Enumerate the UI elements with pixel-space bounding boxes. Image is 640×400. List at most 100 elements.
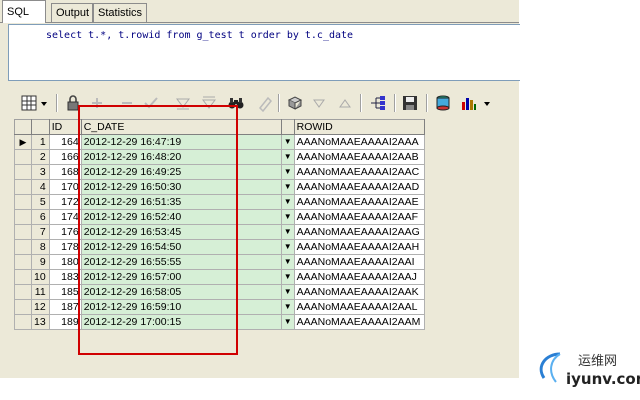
tab-statistics[interactable]: Statistics bbox=[93, 3, 147, 22]
cell-rowid[interactable]: AAANoMAAEAAAAI2AAJ bbox=[293, 269, 425, 285]
save-icon[interactable] bbox=[399, 92, 421, 114]
row-indicator bbox=[14, 269, 32, 285]
chevron-down-icon[interactable]: ▼ bbox=[280, 314, 295, 330]
sql-editor[interactable]: select t.*, t.rowid from g_test t order … bbox=[8, 24, 520, 81]
row-indicator: ▶ bbox=[14, 134, 32, 150]
tab-label: Statistics bbox=[98, 7, 143, 19]
cell-id[interactable]: 170 bbox=[48, 179, 82, 195]
chevron-down-icon[interactable]: ▼ bbox=[280, 299, 295, 315]
row-indicator bbox=[14, 239, 32, 255]
cell-rowid[interactable]: AAANoMAAEAAAAI2AAE bbox=[293, 194, 425, 210]
watermark-title: 运维网 bbox=[578, 353, 618, 368]
tab-bar: SQL Output Statistics bbox=[0, 0, 519, 23]
toolbar-separator bbox=[278, 94, 280, 112]
cell-id[interactable]: 168 bbox=[48, 164, 82, 180]
chevron-down-icon[interactable]: ▼ bbox=[280, 224, 295, 240]
row-number: 5 bbox=[31, 194, 50, 210]
chevron-down-icon[interactable]: ▼ bbox=[280, 179, 295, 195]
row-number: 3 bbox=[31, 164, 50, 180]
row-number: 8 bbox=[31, 239, 50, 255]
row-number: 7 bbox=[31, 224, 50, 240]
cell-id[interactable]: 176 bbox=[48, 224, 82, 240]
sql-window: SQL Output Statistics select t.*, t.rowi… bbox=[0, 0, 520, 378]
row-indicator bbox=[14, 179, 32, 195]
chevron-down-icon[interactable]: ▼ bbox=[280, 254, 295, 270]
row-number: 1 bbox=[31, 134, 50, 150]
row-number: 2 bbox=[31, 149, 50, 165]
sort-down-icon[interactable] bbox=[308, 92, 330, 114]
cell-id[interactable]: 174 bbox=[48, 209, 82, 225]
cell-rowid[interactable]: AAANoMAAEAAAAI2AAB bbox=[293, 149, 425, 165]
column-header-id[interactable]: ID bbox=[48, 119, 82, 135]
cell-rowid[interactable]: AAANoMAAEAAAAI2AAF bbox=[293, 209, 425, 225]
tab-divider bbox=[0, 22, 519, 23]
row-indicator bbox=[14, 209, 32, 225]
cell-id[interactable]: 187 bbox=[48, 299, 82, 315]
row-number: 6 bbox=[31, 209, 50, 225]
cell-id[interactable]: 185 bbox=[48, 284, 82, 300]
cell-rowid[interactable]: AAANoMAAEAAAAI2AAI bbox=[293, 254, 425, 270]
column-header-rowid[interactable]: ROWID bbox=[293, 119, 425, 135]
row-indicator bbox=[14, 194, 32, 210]
chevron-down-icon[interactable]: ▼ bbox=[280, 239, 295, 255]
cell-rowid[interactable]: AAANoMAAEAAAAI2AAM bbox=[293, 314, 425, 330]
cell-id[interactable]: 164 bbox=[48, 134, 82, 150]
row-indicator bbox=[14, 224, 32, 240]
row-indicator bbox=[14, 149, 32, 165]
toolbar-separator bbox=[426, 94, 428, 112]
column-header-dropdown bbox=[280, 119, 295, 135]
cell-rowid[interactable]: AAANoMAAEAAAAI2AAH bbox=[293, 239, 425, 255]
row-number: 11 bbox=[31, 284, 50, 300]
row-indicator bbox=[14, 314, 32, 330]
tab-label: SQL bbox=[7, 6, 30, 18]
row-indicator bbox=[14, 284, 32, 300]
cell-rowid[interactable]: AAANoMAAEAAAAI2AAL bbox=[293, 299, 425, 315]
refresh-icon[interactable] bbox=[284, 92, 306, 114]
chevron-down-icon[interactable]: ▼ bbox=[280, 134, 295, 150]
row-number: 10 bbox=[31, 269, 50, 285]
grid-view-icon[interactable] bbox=[18, 92, 40, 114]
chevron-down-icon[interactable]: ▼ bbox=[280, 149, 295, 165]
sql-text[interactable]: select t.*, t.rowid from g_test t order … bbox=[46, 30, 353, 41]
row-number: 12 bbox=[31, 299, 50, 315]
cell-id[interactable]: 189 bbox=[48, 314, 82, 330]
dropdown-arrow-icon[interactable] bbox=[480, 92, 494, 114]
tree-icon[interactable] bbox=[367, 92, 389, 114]
tab-output[interactable]: Output bbox=[51, 3, 93, 22]
watermark-url: iyunv.com bbox=[566, 370, 640, 388]
cell-id[interactable]: 183 bbox=[48, 269, 82, 285]
chevron-down-icon[interactable]: ▼ bbox=[280, 209, 295, 225]
dropdown-arrow-icon[interactable] bbox=[38, 92, 50, 114]
row-number: 13 bbox=[31, 314, 50, 330]
row-number: 9 bbox=[31, 254, 50, 270]
cell-id[interactable]: 172 bbox=[48, 194, 82, 210]
row-indicator bbox=[14, 164, 32, 180]
cell-id[interactable]: 180 bbox=[48, 254, 82, 270]
cell-id[interactable]: 178 bbox=[48, 239, 82, 255]
chevron-down-icon[interactable]: ▼ bbox=[280, 284, 295, 300]
chevron-down-icon[interactable]: ▼ bbox=[280, 269, 295, 285]
cell-rowid[interactable]: AAANoMAAEAAAAI2AAD bbox=[293, 179, 425, 195]
cell-rowid[interactable]: AAANoMAAEAAAAI2AAG bbox=[293, 224, 425, 240]
row-indicator-header bbox=[14, 119, 32, 135]
cell-id[interactable]: 166 bbox=[48, 149, 82, 165]
tab-sql[interactable]: SQL bbox=[2, 0, 46, 23]
chevron-down-icon[interactable]: ▼ bbox=[280, 164, 295, 180]
cell-rowid[interactable]: AAANoMAAEAAAAI2AAA bbox=[293, 134, 425, 150]
row-number: 4 bbox=[31, 179, 50, 195]
cell-rowid[interactable]: AAANoMAAEAAAAI2AAK bbox=[293, 284, 425, 300]
highlight-box bbox=[78, 105, 238, 355]
chart-icon[interactable] bbox=[458, 92, 480, 114]
cell-rowid[interactable]: AAANoMAAEAAAAI2AAC bbox=[293, 164, 425, 180]
chevron-down-icon[interactable]: ▼ bbox=[280, 194, 295, 210]
row-indicator bbox=[14, 299, 32, 315]
sort-up-icon[interactable] bbox=[334, 92, 356, 114]
toolbar-separator bbox=[394, 94, 396, 112]
print-icon[interactable] bbox=[432, 92, 454, 114]
row-number-header bbox=[31, 119, 50, 135]
row-indicator bbox=[14, 254, 32, 270]
toolbar-separator bbox=[56, 94, 58, 112]
clear-icon[interactable] bbox=[254, 92, 276, 114]
tab-label: Output bbox=[56, 7, 90, 19]
toolbar-separator bbox=[360, 94, 362, 112]
